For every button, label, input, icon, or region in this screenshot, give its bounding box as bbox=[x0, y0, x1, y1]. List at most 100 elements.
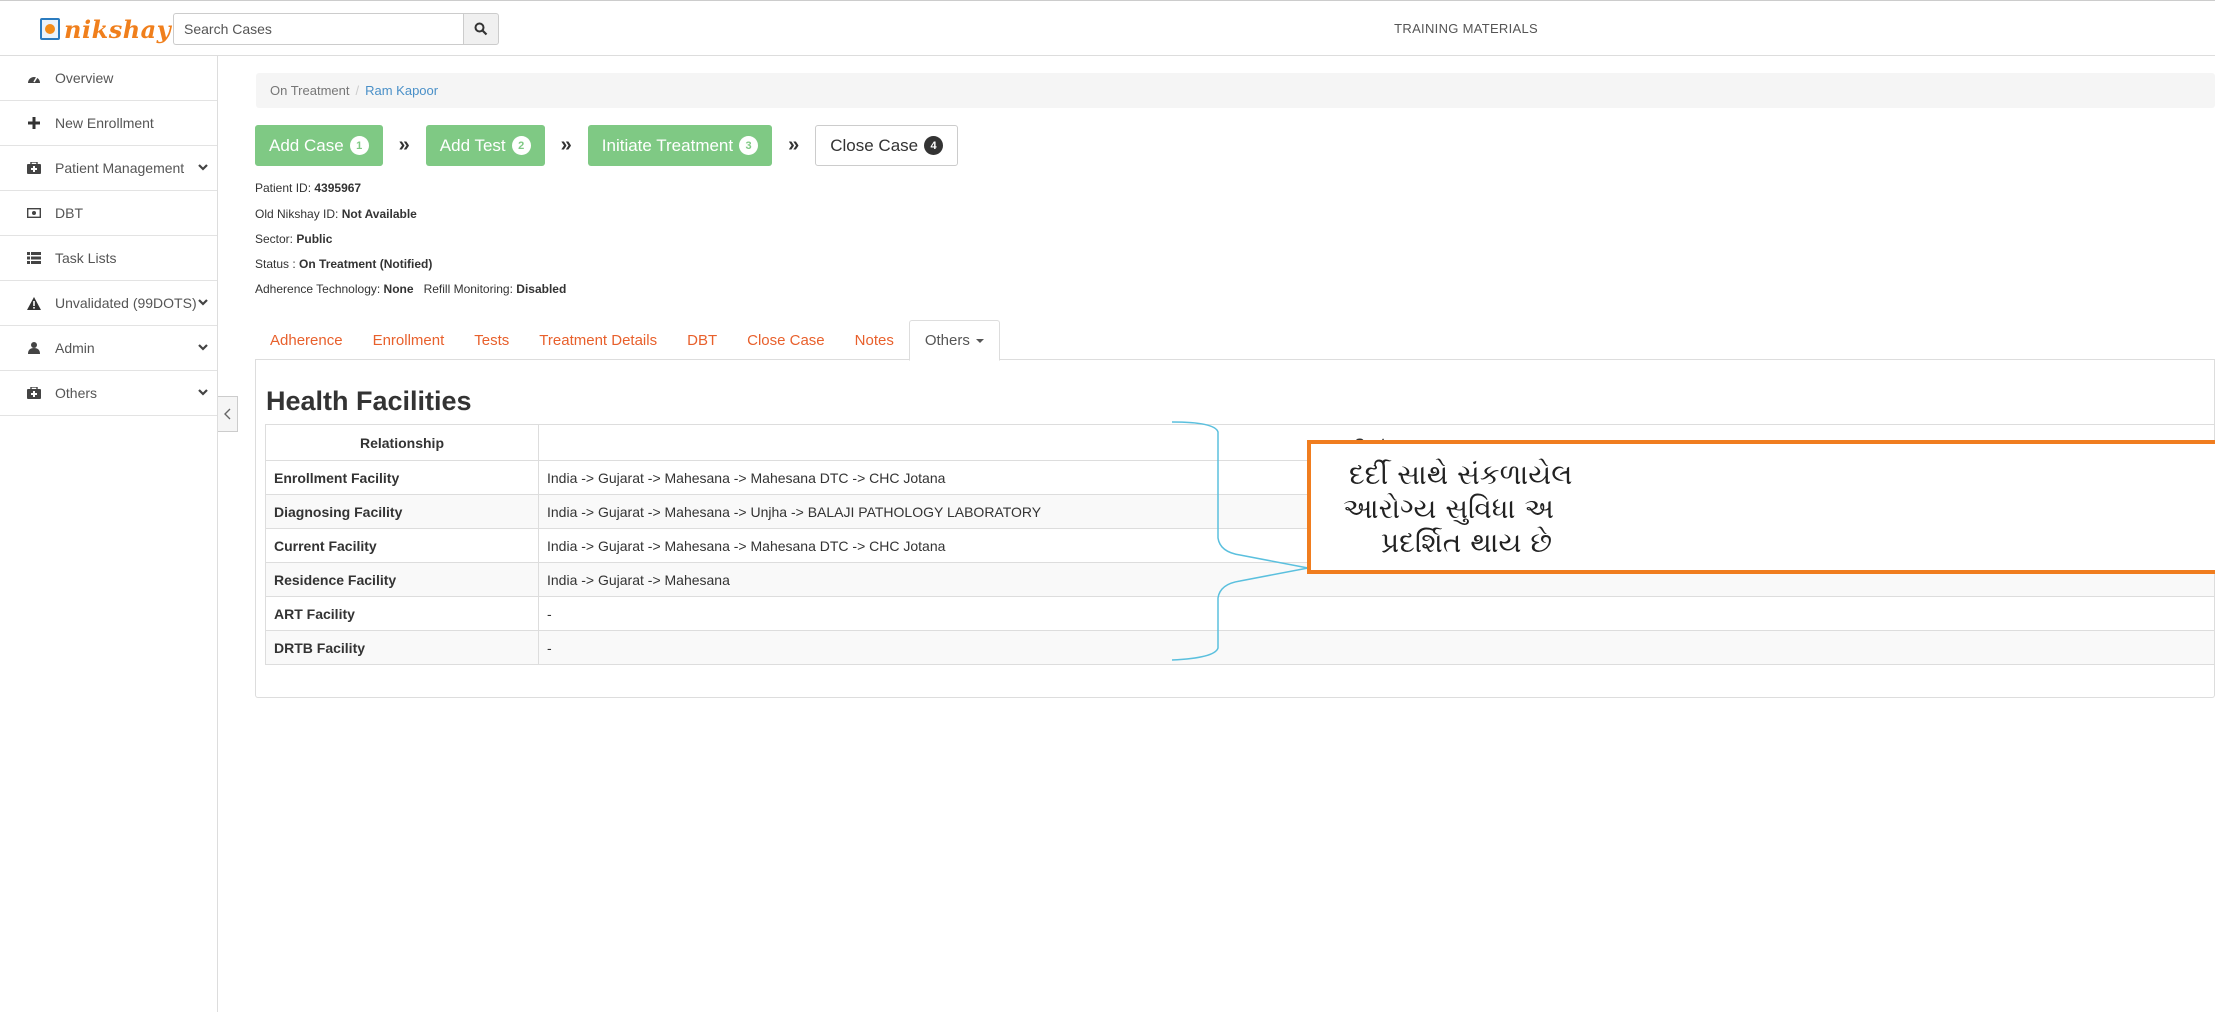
sector-value: Public bbox=[296, 232, 333, 246]
sidebar-item-patient-management[interactable]: Patient Management bbox=[0, 146, 217, 191]
sidebar-item-task-lists[interactable]: Task Lists bbox=[0, 236, 217, 281]
search-button[interactable] bbox=[463, 13, 499, 45]
sidebar-item-new-enrollment[interactable]: New Enrollment bbox=[0, 101, 217, 146]
step-number-badge: 2 bbox=[511, 136, 531, 155]
chevron-down-icon bbox=[198, 164, 208, 171]
adherence-row: Adherence Technology: None Refill Monito… bbox=[255, 282, 566, 296]
relationship-cell: Enrollment Facility bbox=[265, 460, 539, 495]
tab-close-case[interactable]: Close Case bbox=[732, 320, 840, 360]
plus-icon bbox=[27, 116, 41, 130]
search-bar bbox=[173, 13, 499, 45]
callout-line: આરોગ્ય સુવિધા અ bbox=[1343, 492, 1554, 525]
step-label: Initiate Treatment bbox=[601, 135, 734, 155]
top-bar: nikshay TRAINING MATERIALS bbox=[0, 0, 2215, 56]
step-number-badge: 4 bbox=[924, 136, 944, 155]
warning-icon bbox=[27, 296, 41, 310]
old-id-value: Not Available bbox=[341, 207, 417, 221]
sidebar-item-unvalidated[interactable]: Unvalidated (99DOTS) bbox=[0, 281, 217, 326]
chevron-left-icon bbox=[223, 408, 230, 420]
sidebar: Overview New Enrollment Patient Manageme… bbox=[0, 56, 218, 1012]
step-number-badge: 3 bbox=[739, 136, 759, 155]
relationship-cell: ART Facility bbox=[265, 596, 539, 631]
tab-dbt[interactable]: DBT bbox=[672, 320, 732, 360]
sidebar-item-label: Unvalidated (99DOTS) bbox=[55, 295, 197, 311]
close-case-button[interactable]: Close Case 4 bbox=[815, 125, 959, 166]
sidebar-item-others[interactable]: Others bbox=[0, 371, 217, 416]
breadcrumb: On Treatment / Ram Kapoor bbox=[256, 73, 2215, 108]
chevron-down-icon bbox=[198, 389, 208, 396]
tab-enrollment[interactable]: Enrollment bbox=[358, 320, 460, 360]
status-label: Status : bbox=[255, 257, 296, 271]
step-number-badge: 1 bbox=[349, 136, 369, 155]
annotation-brace bbox=[1171, 421, 1309, 661]
search-input[interactable] bbox=[173, 13, 463, 45]
tab-adherence[interactable]: Adherence bbox=[255, 320, 358, 360]
nikshay-logo[interactable]: nikshay bbox=[40, 13, 171, 45]
patient-id-value: 4395967 bbox=[314, 181, 362, 195]
chevron-down-icon bbox=[198, 299, 208, 306]
search-icon bbox=[474, 22, 488, 36]
sidebar-item-label: DBT bbox=[55, 205, 83, 221]
sidebar-item-label: Admin bbox=[55, 340, 95, 356]
add-test-button[interactable]: Add Test 2 bbox=[425, 125, 545, 166]
sidebar-item-overview[interactable]: Overview bbox=[0, 56, 217, 101]
step-label: Close Case bbox=[830, 135, 919, 155]
step-label: Add Test bbox=[439, 135, 506, 155]
step-arrow: » bbox=[560, 134, 572, 156]
refill-label: Refill Monitoring: bbox=[423, 282, 513, 296]
logo-icon bbox=[40, 18, 60, 40]
medkit-icon bbox=[27, 386, 41, 400]
center-cell: - bbox=[538, 596, 2215, 631]
sidebar-item-dbt[interactable]: DBT bbox=[0, 191, 217, 236]
adherence-label: Adherence Technology: bbox=[255, 282, 381, 296]
medkit-icon bbox=[27, 161, 41, 175]
section-title: Health Facilities bbox=[266, 386, 472, 416]
sidebar-item-admin[interactable]: Admin bbox=[0, 326, 217, 371]
initiate-treatment-button[interactable]: Initiate Treatment 3 bbox=[587, 125, 773, 166]
callout-line: પ્રદર્શિત થાય છે bbox=[1381, 526, 1553, 559]
tab-others-label: Others bbox=[924, 332, 970, 349]
sidebar-item-label: Others bbox=[55, 385, 98, 401]
dashboard-icon bbox=[27, 71, 41, 85]
annotation-callout: દર્દી સાથે સંકળાયેલ આરોગ્ય સુવિધા અ પ્રદ… bbox=[1307, 440, 2215, 574]
relationship-cell: Current Facility bbox=[265, 528, 539, 563]
chevron-down-icon bbox=[198, 344, 208, 351]
tab-tests[interactable]: Tests bbox=[459, 320, 524, 360]
patient-id-row: Patient ID: 4395967 bbox=[255, 181, 361, 195]
tab-treatment-details[interactable]: Treatment Details bbox=[524, 320, 672, 360]
breadcrumb-current[interactable]: Ram Kapoor bbox=[365, 83, 438, 98]
breadcrumb-parent[interactable]: On Treatment bbox=[270, 83, 349, 98]
relationship-cell: Diagnosing Facility bbox=[265, 494, 539, 529]
status-value: On Treatment (Notified) bbox=[299, 257, 433, 271]
list-icon bbox=[27, 251, 41, 265]
case-tabs: Adherence Enrollment Tests Treatment Det… bbox=[255, 320, 2215, 361]
tab-others[interactable]: Others bbox=[908, 320, 1000, 361]
training-materials-link[interactable]: TRAINING MATERIALS bbox=[1394, 21, 1538, 36]
adherence-value: None bbox=[383, 282, 414, 296]
tab-notes[interactable]: Notes bbox=[840, 320, 909, 360]
sector-label: Sector: bbox=[255, 232, 294, 246]
step-label: Add Case bbox=[269, 135, 344, 155]
sidebar-collapse-button[interactable] bbox=[218, 396, 238, 432]
sidebar-item-label: Overview bbox=[55, 70, 114, 86]
sidebar-item-label: New Enrollment bbox=[55, 115, 154, 131]
step-arrow: » bbox=[398, 134, 410, 156]
step-arrow: » bbox=[788, 134, 800, 156]
sidebar-item-label: Patient Management bbox=[55, 160, 185, 176]
case-workflow-steps: Add Case 1 » Add Test 2 » Initiate Treat… bbox=[255, 125, 959, 166]
column-header: Relationship bbox=[265, 424, 539, 461]
refill-value: Disabled bbox=[516, 282, 567, 296]
breadcrumb-separator: / bbox=[355, 83, 360, 98]
sector-row: Sector: Public bbox=[255, 232, 332, 246]
relationship-cell: Residence Facility bbox=[265, 562, 539, 597]
callout-line: દર્દી સાથે સંકળાયેલ bbox=[1349, 458, 1573, 491]
add-case-button[interactable]: Add Case 1 bbox=[255, 125, 383, 166]
sidebar-item-label: Task Lists bbox=[55, 250, 117, 266]
center-cell: - bbox=[538, 630, 2215, 665]
old-nikshay-id-row: Old Nikshay ID: Not Available bbox=[255, 207, 417, 221]
relationship-cell: DRTB Facility bbox=[265, 630, 539, 665]
caret-down-icon bbox=[975, 338, 984, 343]
money-icon bbox=[27, 206, 41, 220]
patient-id-label: Patient ID: bbox=[255, 181, 312, 195]
status-row: Status : On Treatment (Notified) bbox=[255, 257, 432, 271]
